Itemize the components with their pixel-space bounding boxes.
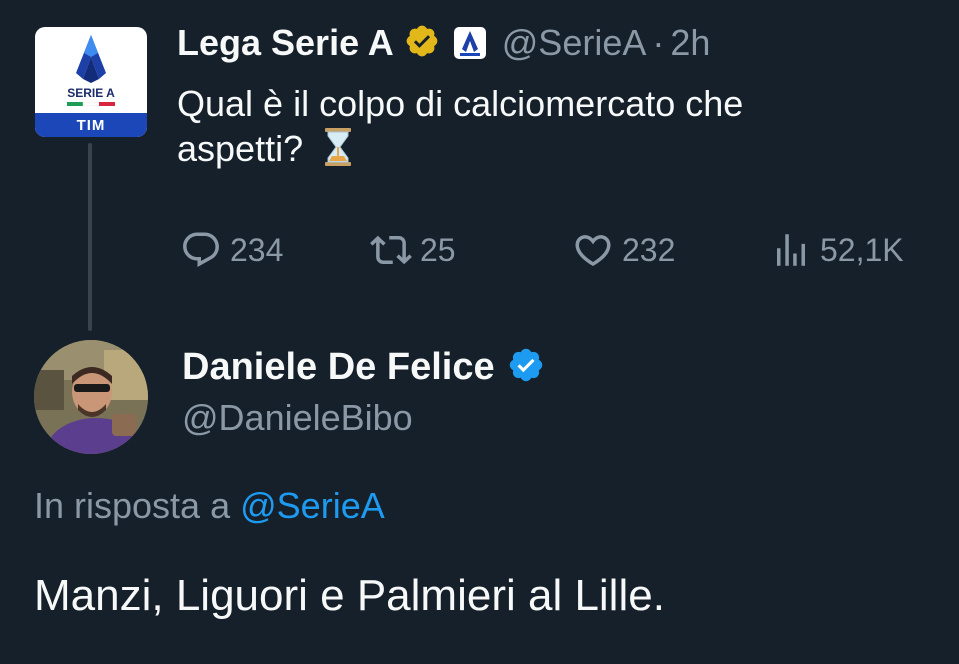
reply-button[interactable]: 234 bbox=[180, 228, 283, 272]
parent-handle[interactable]: @SerieA bbox=[502, 22, 647, 64]
reply-count: 234 bbox=[230, 231, 284, 268]
affiliate-badge-icon[interactable] bbox=[453, 27, 486, 59]
header-separator: · bbox=[652, 22, 665, 63]
reply-tweet-text: Manzi, Liguori e Palmieri al Lille. bbox=[34, 571, 665, 620]
parent-text-line2: aspetti? bbox=[177, 128, 304, 169]
in-reply-prefix: In risposta a bbox=[34, 485, 231, 526]
parent-tweet-text: Qual è il colpo di calciomercato che asp… bbox=[177, 81, 937, 177]
parent-timestamp[interactable]: 2h bbox=[670, 22, 710, 64]
reply-header: Daniele De Felice bbox=[182, 342, 545, 392]
parent-tweet-header: Lega Serie A @SerieA · 2h bbox=[177, 18, 710, 68]
italian-flag-stripe-icon bbox=[67, 102, 115, 106]
like-count: 232 bbox=[622, 231, 676, 268]
serie-a-logo-icon bbox=[76, 35, 106, 83]
hourglass-icon bbox=[323, 127, 353, 177]
views-icon bbox=[777, 234, 805, 266]
in-reply-mention-link[interactable]: @SerieA bbox=[240, 485, 385, 526]
views-count: 52,1K bbox=[820, 231, 904, 268]
reply-display-name[interactable]: Daniele De Felice bbox=[182, 346, 495, 389]
in-reply-to: In risposta a @SerieA bbox=[34, 485, 385, 527]
user-avatar[interactable] bbox=[34, 340, 148, 454]
repost-icon bbox=[370, 235, 412, 265]
thread-connector-line bbox=[88, 143, 92, 331]
reply-handle[interactable]: @DanieleBibo bbox=[182, 397, 413, 439]
parent-text-line1: Qual è il colpo di calciomercato che bbox=[177, 83, 744, 124]
parent-action-bar: 234 25 232 52,1K bbox=[180, 228, 920, 272]
reply-icon bbox=[183, 232, 219, 267]
heart-icon bbox=[575, 235, 611, 267]
avatar-sponsor: TIM bbox=[76, 117, 106, 134]
views-button[interactable]: 52,1K bbox=[770, 228, 904, 272]
repost-count: 25 bbox=[420, 231, 456, 268]
user-photo-icon bbox=[34, 340, 148, 454]
verified-gold-icon bbox=[404, 23, 440, 64]
avatar-label: SERIE A bbox=[67, 86, 115, 100]
like-button[interactable]: 232 bbox=[572, 228, 675, 272]
serie-a-avatar[interactable]: SERIE A TIM bbox=[35, 27, 147, 137]
repost-button[interactable]: 25 bbox=[370, 228, 456, 272]
parent-display-name[interactable]: Lega Serie A bbox=[177, 22, 394, 64]
verified-blue-icon bbox=[507, 346, 545, 389]
